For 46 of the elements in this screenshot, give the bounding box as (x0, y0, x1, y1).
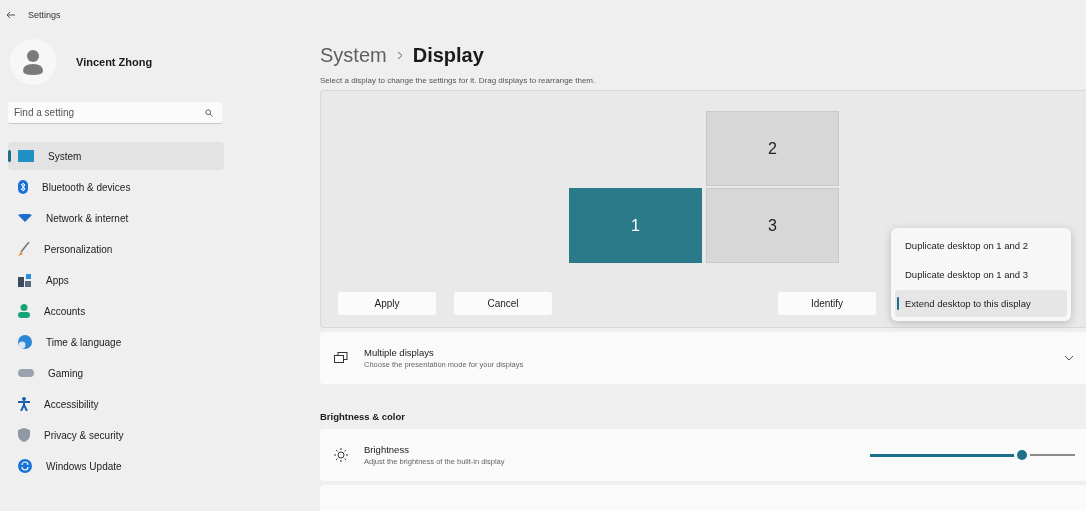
section-heading: Brightness & color (320, 411, 406, 422)
page-title: Display (412, 43, 484, 67)
breadcrumb-link[interactable]: System (320, 43, 387, 67)
bluetooth-icon (18, 180, 28, 194)
sun-icon (334, 448, 348, 462)
apps-icon (18, 273, 32, 287)
update-icon (18, 459, 32, 473)
menu-item[interactable]: Duplicate desktop on 1 and 2 (895, 232, 1067, 259)
identify-button[interactable]: Identify (778, 292, 876, 315)
search-icon (205, 109, 213, 117)
menu-item[interactable]: Extend desktop to this display (895, 290, 1067, 317)
window-title: Settings (28, 10, 61, 20)
card-title: Multiple displays (364, 347, 435, 358)
monitor-icon (18, 150, 34, 162)
sidebar-item[interactable]: Network & internet (8, 204, 224, 232)
sidebar-item[interactable]: System (8, 142, 224, 170)
menu-item[interactable]: Duplicate desktop on 1 and 3 (895, 261, 1067, 288)
sidebar-item[interactable]: Accessibility (8, 390, 224, 418)
accessibility-icon (18, 397, 30, 411)
card-title: Brightness (364, 444, 410, 455)
shield-icon (18, 428, 30, 442)
wifi-icon (18, 214, 32, 222)
sidebar-item[interactable]: Accounts (8, 297, 224, 325)
chevron-down-icon[interactable] (1064, 355, 1074, 361)
sidebar-item[interactable]: Apps (8, 266, 224, 294)
sidebar-item[interactable]: Privacy & security (8, 421, 224, 449)
sidebar-item[interactable]: Personalization (8, 235, 224, 263)
instructions-text: Select a display to change the settings for it. Drag displays to rearrange them. (320, 76, 597, 85)
multiple-displays-icon (334, 352, 348, 364)
search-field[interactable]: Find a setting (8, 102, 222, 124)
back-icon[interactable] (6, 11, 16, 19)
profile-name: Vincent Zhong (76, 56, 153, 68)
avatar-icon (10, 39, 56, 85)
display-tile[interactable]: 2 (706, 111, 839, 186)
display-tile[interactable]: 1 (569, 188, 702, 263)
brightness-slider[interactable] (870, 450, 1075, 460)
sidebar-item[interactable]: Bluetooth & devices (8, 173, 224, 201)
sidebar-item[interactable]: Gaming (8, 359, 224, 387)
person-icon (18, 304, 30, 318)
sidebar-item[interactable]: Time & language (8, 328, 224, 356)
brush-icon (18, 242, 30, 256)
action-button[interactable]: Cancel (454, 292, 552, 315)
action-button[interactable]: Apply (338, 292, 436, 315)
sidebar-item[interactable]: Windows Update (8, 452, 224, 480)
chevron-right-icon (396, 50, 403, 60)
display-tile[interactable]: 3 (706, 188, 839, 263)
